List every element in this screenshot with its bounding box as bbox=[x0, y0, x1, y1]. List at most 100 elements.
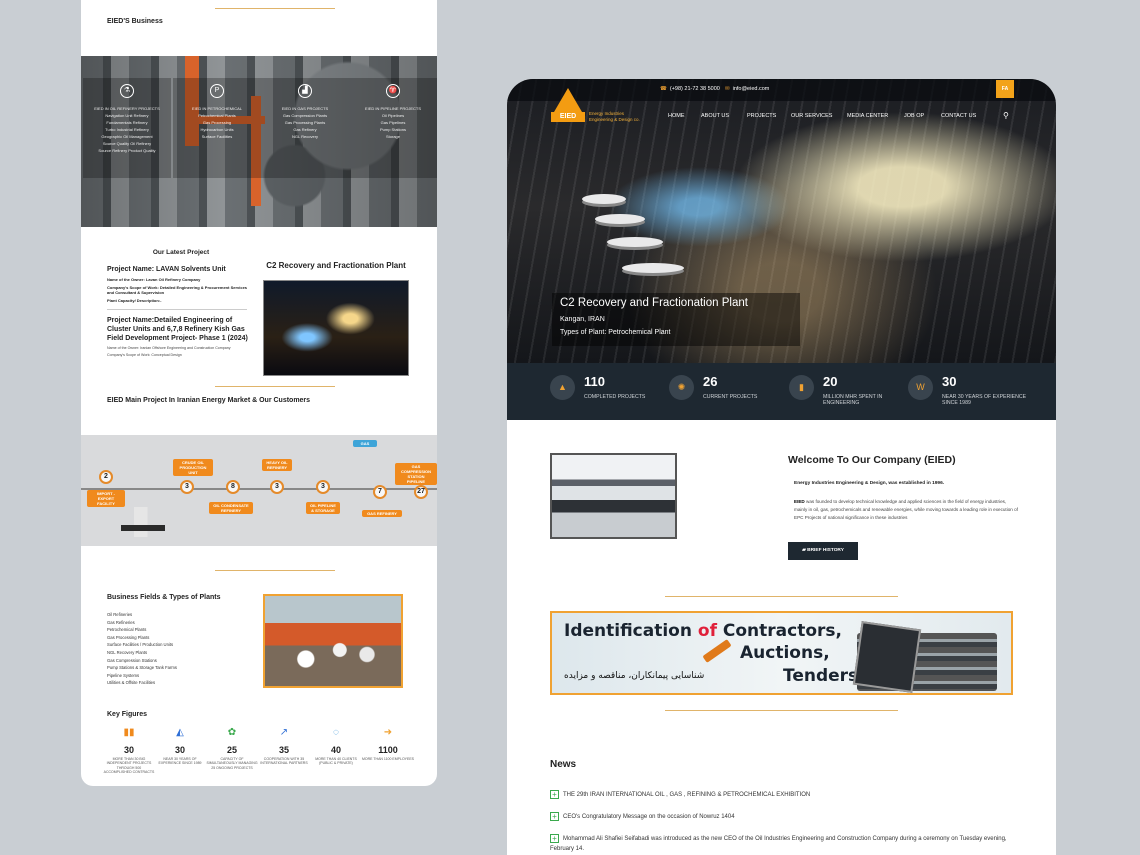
c2-project-title: C2 Recovery and Fractionation Plant bbox=[266, 261, 406, 270]
stats-bar: ▲ 110 COMPLETED PROJECTS ✺ 26 CURRENT PR… bbox=[507, 363, 1056, 420]
chart-icon: ▲ bbox=[550, 375, 575, 400]
diagram-node: 7 bbox=[373, 485, 387, 499]
welcome-established: Energy Industries Engineering & Design, … bbox=[794, 481, 945, 486]
diagram-tag: GAS REFINERY bbox=[362, 510, 402, 517]
bar-chart-icon: ▮▮ bbox=[123, 727, 135, 738]
plus-icon[interactable]: + bbox=[550, 812, 559, 821]
list-item: Gas Processing Plants bbox=[107, 634, 150, 640]
hero-location: Kangan, IRAN bbox=[560, 316, 605, 323]
diagram-tag: OIL PIPELINE & STORAGE bbox=[306, 502, 340, 514]
news-title: News bbox=[550, 759, 577, 770]
main-project-title: EIED Main Project In Iranian Energy Mark… bbox=[107, 397, 311, 404]
pipeline-icon: ♈ bbox=[386, 84, 400, 98]
gavel-icon bbox=[702, 639, 732, 663]
list-item: Pipeline Systems bbox=[107, 672, 140, 678]
nav-projects[interactable]: PROJECTS bbox=[747, 113, 776, 119]
email-contact[interactable]: ✉ info@eied.com bbox=[725, 86, 769, 92]
news-item[interactable]: + Mohammad Ali Shafiei Seifabadi was intr… bbox=[550, 834, 1020, 854]
key-figure: ◭ 30 NEAR 30 YEARS OF EXPERIENCE SINCE 1… bbox=[154, 727, 206, 766]
key-figures-title: Key Figures bbox=[107, 711, 148, 718]
key-figure: ✿ 25 CAPACITY OF SIMULTANEOUSLY MANAGING… bbox=[206, 727, 258, 770]
nav-media-center[interactable]: MEDIA CENTER bbox=[847, 113, 888, 119]
arrow-circle-icon: ➜ bbox=[383, 727, 393, 738]
diagram-tag: GAS COMPRESSION STATION PIPELINE bbox=[395, 463, 437, 485]
business-column[interactable]: ⚗ EIED IN OIL REFINERY PROJECTS Navigati… bbox=[83, 78, 171, 178]
contractors-banner[interactable]: Identification of Contractors, Auctions,… bbox=[550, 611, 1013, 695]
latest-project-title: Our Latest Project bbox=[152, 249, 210, 256]
business-column[interactable]: P EIED IN PETROCHEMICAL Petrochemical Pl… bbox=[173, 78, 261, 178]
key-figure: ↗ 35 COOPERATION WITH 35 INTERNATIONAL P… bbox=[258, 727, 310, 766]
list-item: Surface Facilities / Production Units bbox=[107, 642, 174, 648]
business-photo: ⚗ EIED IN OIL REFINERY PROJECTS Navigati… bbox=[81, 56, 437, 227]
hero-title: C2 Recovery and Fractionation Plant bbox=[560, 297, 748, 309]
list-item: NGL Recovery Plants bbox=[107, 649, 148, 655]
divider bbox=[215, 570, 335, 571]
factory-icon: ▟ bbox=[298, 84, 312, 98]
phone-contact[interactable]: ☎ (+98) 21-72 38 5000 bbox=[660, 86, 720, 92]
language-button[interactable]: FA bbox=[996, 80, 1014, 98]
workers-photo bbox=[263, 594, 403, 688]
area-chart-icon: ◭ bbox=[176, 727, 184, 738]
list-item: Gas Refineries bbox=[107, 619, 135, 625]
mail-icon: ✉ bbox=[725, 86, 730, 92]
project-name[interactable]: Project Name: LAVAN Solvents Unit bbox=[107, 265, 255, 274]
gear-icon: ✿ bbox=[227, 727, 237, 738]
business-column[interactable]: ▟ EIED IN GAS PROJECTS Gas Compression P… bbox=[261, 78, 349, 178]
nav-contact-us[interactable]: CONTACT US bbox=[941, 113, 976, 119]
plus-icon[interactable]: + bbox=[550, 834, 559, 843]
banner-line-2: Auctions, bbox=[740, 643, 830, 663]
hero-plant-type: Types of Plant: Petrochemical Plant bbox=[560, 329, 671, 336]
welcome-title: Welcome To Our Company (EIED) bbox=[788, 454, 956, 466]
diagram-node: 8 bbox=[226, 480, 240, 494]
ship-illustration bbox=[121, 507, 165, 537]
c2-project-photo[interactable] bbox=[263, 280, 409, 376]
spinner-icon: ◌ bbox=[333, 727, 339, 738]
divider bbox=[215, 8, 335, 9]
news-item[interactable]: + CEO's Congratulatory Message on the occ… bbox=[550, 812, 1020, 822]
business-column[interactable]: ♈ EIED IN PIPELINE PROJECTS Oil Pipeline… bbox=[349, 78, 437, 178]
banner-persian: شناسایی پیمانکاران، مناقصه و مزایده bbox=[564, 671, 705, 681]
diagram-tag: IMPORT - EXPORT FACILITY bbox=[87, 490, 125, 507]
diagram-tag: HEAVY OIL REFINERY bbox=[262, 459, 292, 471]
nav-about-us[interactable]: ABOUT US bbox=[701, 113, 729, 119]
diagram-node: 3 bbox=[316, 480, 330, 494]
top-contact-bar: ☎ (+98) 21-72 38 5000 ✉ info@eied.com FA bbox=[507, 79, 1056, 101]
news-item[interactable]: + THE 29th IRAN INTERNATIONAL OIL , GAS ,… bbox=[550, 790, 1020, 800]
flask-icon: ⚗ bbox=[120, 84, 134, 98]
divider bbox=[665, 596, 898, 597]
list-item: Petrochemical Plants bbox=[107, 627, 147, 633]
search-icon[interactable]: ⚲ bbox=[1003, 111, 1009, 120]
brief-history-button[interactable]: ▰ BRIEF HISTORY bbox=[788, 542, 858, 560]
project-name[interactable]: Project Name:Detailed Engineering of Clu… bbox=[107, 316, 255, 343]
list-item: Utilities & Offsite Facilities bbox=[107, 680, 156, 686]
diagram-node: 2 bbox=[99, 470, 113, 484]
logo-subtitle: Energy Industries Engineering & Design c… bbox=[589, 111, 640, 122]
p-icon: P bbox=[210, 84, 224, 98]
diagram-tag: GAS bbox=[353, 440, 377, 447]
hero-caption: C2 Recovery and Fractionation Plant Kang… bbox=[552, 293, 800, 346]
energy-market-diagram: 2 3 8 3 3 7 27 CRUDE OIL PRODUCTION UNIT… bbox=[81, 435, 437, 546]
divider bbox=[215, 386, 335, 387]
business-title: EIED'S Business bbox=[107, 18, 163, 25]
diagram-tag: CRUDE OIL PRODUCTION UNIT bbox=[173, 459, 213, 476]
diagram-tag: OIL CONDENSATE REFINERY bbox=[209, 502, 253, 514]
banner-line-3: Tenders bbox=[783, 666, 859, 686]
nav-home[interactable]: HOME bbox=[668, 113, 685, 119]
office-photo bbox=[550, 453, 677, 539]
plus-icon[interactable]: + bbox=[550, 790, 559, 799]
cooling-tower bbox=[595, 214, 645, 224]
key-figure: ◌ 40 MORE THAN 40 CLIENTS (PUBLIC & PRIV… bbox=[310, 727, 362, 766]
eied-logo[interactable]: EIED bbox=[551, 88, 585, 122]
logo-triangle bbox=[554, 88, 582, 112]
latest-projects-list: Project Name: LAVAN Solvents Unit Name o… bbox=[107, 265, 255, 360]
nav-our-services[interactable]: OUR SERVICES bbox=[791, 113, 832, 119]
line-chart-icon: ↗ bbox=[279, 727, 289, 738]
list-item: Oil Refineries bbox=[107, 612, 133, 617]
fields-title: Business Fields & Types of Plants bbox=[107, 594, 221, 601]
phone-icon: ☎ bbox=[660, 86, 667, 92]
diagram-node: 3 bbox=[270, 480, 284, 494]
nav-job-op[interactable]: JOB OP bbox=[904, 113, 924, 119]
bar-chart-icon: ▮ bbox=[789, 375, 814, 400]
divider bbox=[665, 710, 898, 711]
mobile-page-preview: EIED'S Business ⚗ EIED IN OIL REFINERY P… bbox=[81, 0, 437, 786]
